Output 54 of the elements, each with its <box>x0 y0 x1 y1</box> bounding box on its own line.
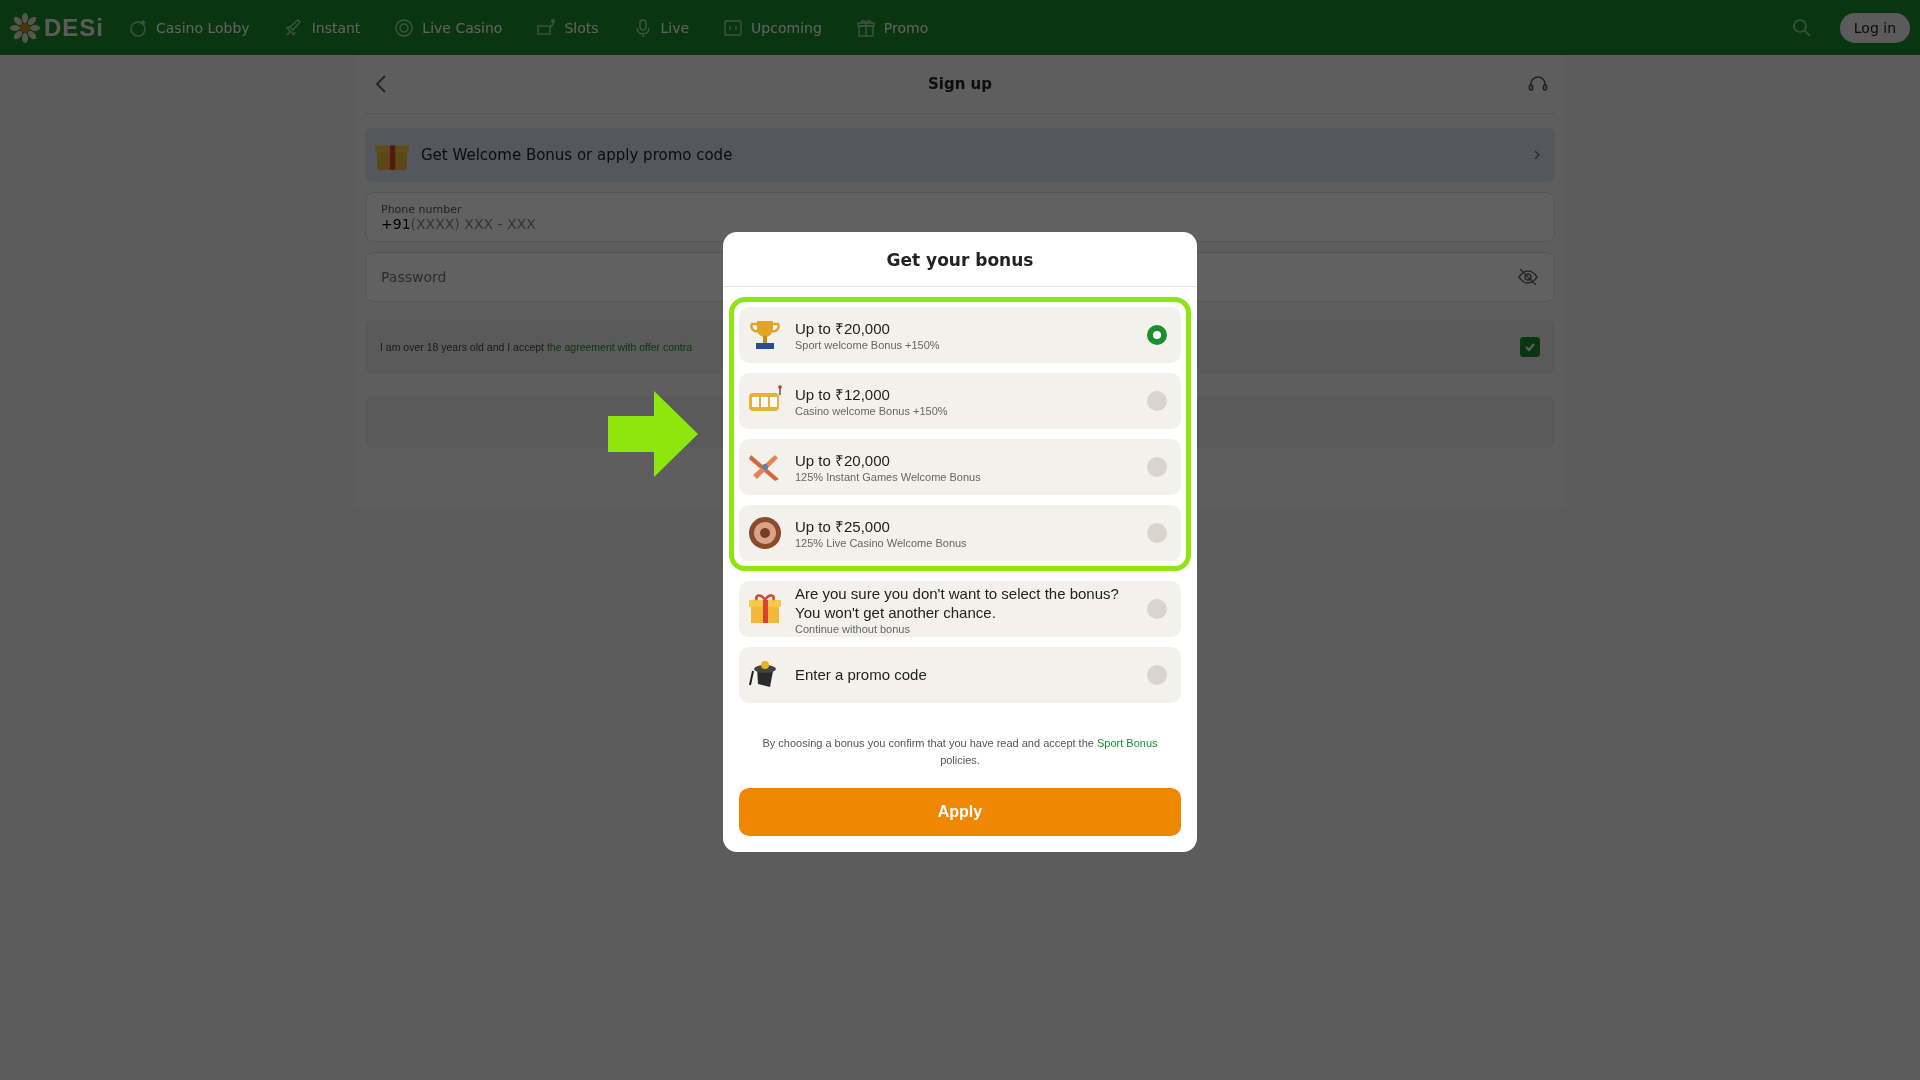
slots-icon <box>536 17 557 38</box>
promo-banner[interactable]: Get Welcome Bonus or apply promo code <box>365 128 1555 182</box>
bonus-option[interactable]: Up to ₹20,000 Sport welcome Bonus +150% <box>739 307 1181 363</box>
nav-link[interactable]: Live <box>628 13 694 42</box>
field-label: Phone number <box>381 202 463 216</box>
nav-link[interactable]: Slots <box>532 13 603 42</box>
eye-slash-icon[interactable] <box>1517 266 1539 288</box>
option-title: Enter a promo code <box>795 665 928 685</box>
rocket-icon <box>283 17 304 38</box>
agreement-link[interactable]: the agreement with offer contra <box>546 341 693 353</box>
logo-text[interactable]: DESi <box>44 13 104 42</box>
radio-button[interactable] <box>1147 457 1167 477</box>
apply-button[interactable]: Apply <box>739 788 1181 836</box>
option-subtitle: 125% Instant Games Welcome Bonus <box>795 470 982 483</box>
radio-button[interactable] <box>1147 665 1167 685</box>
nav-link[interactable]: Instant <box>279 13 365 42</box>
radio-button[interactable] <box>1147 523 1167 543</box>
check-icon <box>1524 341 1536 353</box>
option-subtitle: Sport welcome Bonus +150% <box>795 338 941 351</box>
option-title: Up to ₹20,000 <box>795 451 891 471</box>
chevron-icon <box>1531 149 1543 161</box>
radio-button[interactable] <box>1147 599 1167 619</box>
nav-link[interactable]: Upcoming <box>719 13 826 42</box>
policy-note: By choosing a bonus you confirm that you have read and accept the Sport Bonus policies. <box>761 736 1159 768</box>
chip-icon <box>394 17 415 38</box>
option-title: Up to ₹20,000 <box>795 319 891 339</box>
banner-text: Get Welcome Bonus or apply promo code <box>421 146 734 164</box>
policy-link[interactable]: Sport Bonus <box>1096 737 1158 749</box>
nav-link[interactable]: Live Casino <box>390 13 507 42</box>
login-button[interactable]: Log in <box>1839 12 1910 43</box>
bonus-option[interactable]: Are you sure you don't want to select the bonus? You won't get another chance. Continue without bonus <box>739 581 1181 637</box>
nav-link[interactable]: Promo <box>851 13 933 42</box>
option-title: Up to ₹25,000 <box>795 517 891 537</box>
bonus-option[interactable]: Up to ₹12,000 Casino welcome Bonus +150% <box>739 373 1181 429</box>
flower-logo-icon <box>10 12 40 43</box>
option-subtitle: 125% Live Casino Welcome Bonus <box>795 536 968 549</box>
radio-button[interactable] <box>1147 391 1167 411</box>
radio-button[interactable] <box>1147 325 1167 345</box>
checkbox[interactable] <box>1520 337 1540 357</box>
bonus-option[interactable]: Up to ₹20,000 125% Instant Games Welcome Bonus <box>739 439 1181 495</box>
option-subtitle: Continue without bonus <box>795 622 911 635</box>
option-title: Up to ₹12,000 <box>795 385 891 405</box>
bonus-option[interactable]: Enter a promo code <box>739 647 1181 703</box>
nav-link[interactable]: Casino Lobby <box>124 13 254 42</box>
search-icon[interactable] <box>1791 17 1812 38</box>
roulette-wheel-icon <box>747 515 783 551</box>
gift-icon <box>855 17 876 38</box>
option-title: Are you sure you don't want to select the bonus? You won't get another chance. <box>795 583 1120 623</box>
dialog-title: Get your bonus <box>723 232 1197 287</box>
arrow-icon <box>608 391 698 477</box>
country-code: +91 <box>381 215 411 232</box>
bonus-option[interactable]: Up to ₹25,000 125% Live Casino Welcome Bonus <box>739 505 1181 561</box>
option-subtitle: Casino welcome Bonus +150% <box>795 404 949 417</box>
page-title: Sign up <box>928 75 992 93</box>
